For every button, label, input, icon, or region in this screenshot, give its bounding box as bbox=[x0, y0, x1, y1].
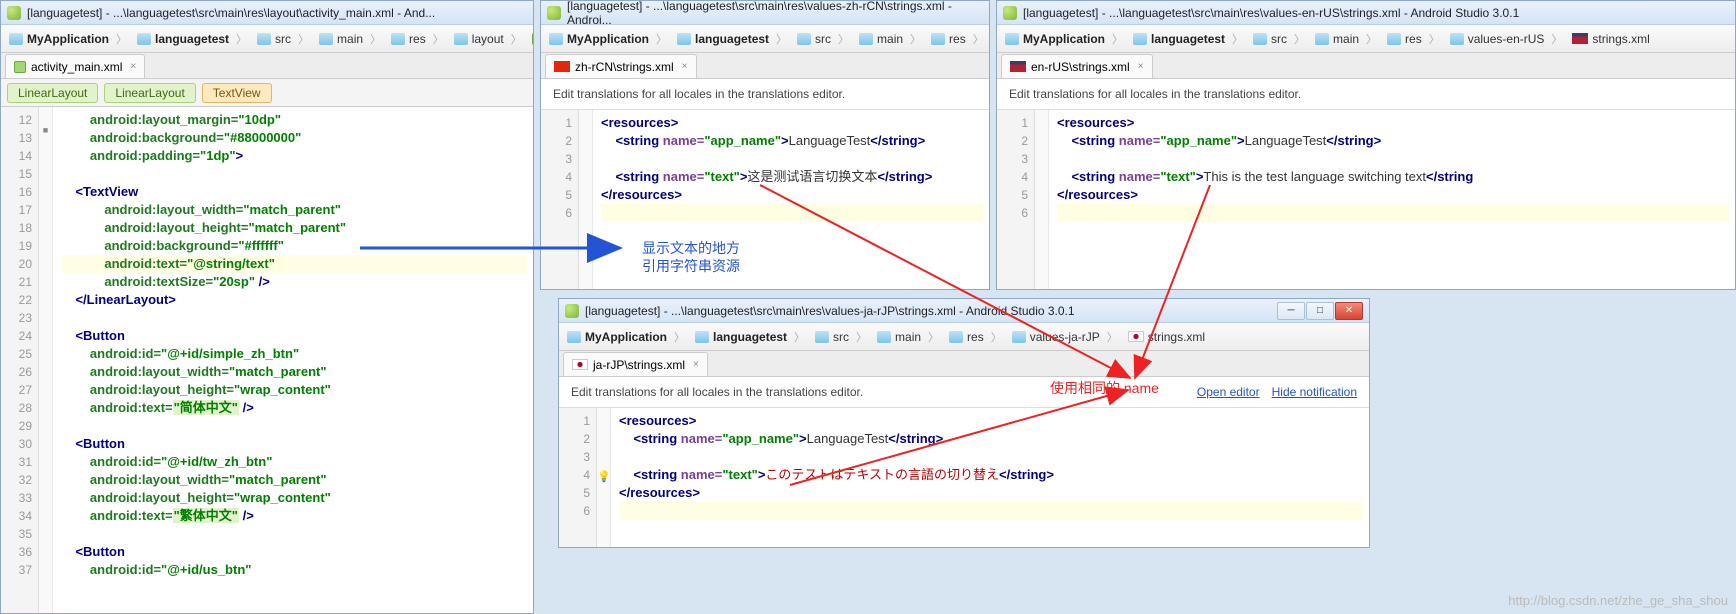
window-title: [languagetest] - ...\languagetest\src\ma… bbox=[559, 299, 1369, 323]
bc-file[interactable]: activity_main.xml bbox=[528, 32, 533, 46]
minimize-button[interactable]: ─ bbox=[1277, 302, 1305, 320]
close-icon[interactable]: × bbox=[130, 61, 136, 72]
open-editor-link[interactable]: Open editor bbox=[1197, 385, 1260, 399]
pill-linearlayout[interactable]: LinearLayout bbox=[7, 83, 98, 103]
bc-project[interactable]: languagetest bbox=[133, 31, 253, 47]
flag-us-icon bbox=[1572, 33, 1588, 44]
editor[interactable]: 1213141516171819202122232425262728293031… bbox=[1, 107, 533, 613]
translations-banner: Edit translations for all locales in the… bbox=[559, 377, 1369, 408]
code-area[interactable]: <resources> <string name="app_name">Lang… bbox=[593, 110, 989, 289]
flag-jp-icon bbox=[1128, 331, 1144, 342]
structure-path: LinearLayout LinearLayout TextView bbox=[1, 79, 533, 107]
tab-activity-main[interactable]: activity_main.xml× bbox=[5, 54, 145, 78]
code-area[interactable]: <resources> <string name="app_name">Lang… bbox=[1049, 110, 1735, 289]
tab-strings-jp[interactable]: ja-rJP\strings.xml× bbox=[563, 352, 708, 376]
window-title: [languagetest] - ...\languagetest\src\ma… bbox=[541, 1, 989, 25]
marker-gutter: ■ bbox=[39, 107, 53, 613]
window-title: [languagetest] - ...\languagetest\src\ma… bbox=[1, 1, 533, 25]
bc-src[interactable]: src bbox=[253, 31, 315, 47]
flag-cn-icon bbox=[554, 61, 570, 72]
breadcrumb[interactable]: MyApplication languagetest src main res … bbox=[997, 25, 1735, 53]
pill-textview[interactable]: TextView bbox=[202, 83, 272, 103]
watermark: http://blog.csdn.net/zhe_ge_sha_shou bbox=[1508, 593, 1728, 608]
tab-strings-cn[interactable]: zh-rCN\strings.xml× bbox=[545, 54, 697, 78]
translations-banner: Edit translations for all locales in the… bbox=[997, 79, 1735, 110]
bc-module[interactable]: MyApplication bbox=[5, 31, 133, 47]
bc-layout[interactable]: layout bbox=[450, 31, 528, 47]
code-area[interactable]: <resources> <string name="app_name">Lang… bbox=[611, 408, 1369, 547]
hide-notification-link[interactable]: Hide notification bbox=[1272, 385, 1357, 399]
breadcrumb[interactable]: MyApplication languagetest src main res … bbox=[559, 323, 1369, 351]
maximize-button[interactable]: □ bbox=[1306, 302, 1334, 320]
editor-tabs: activity_main.xml× bbox=[1, 53, 533, 79]
line-gutter: 1213141516171819202122232425262728293031… bbox=[1, 107, 39, 613]
tab-strings-us[interactable]: en-rUS\strings.xml× bbox=[1001, 54, 1153, 78]
window-controls: ─ □ ✕ bbox=[1277, 302, 1363, 320]
breadcrumb[interactable]: MyApplication languagetest src main res … bbox=[1, 25, 533, 53]
bulb-icon[interactable]: 💡 bbox=[597, 471, 611, 483]
code-area[interactable]: android:layout_margin="10dp" android:bac… bbox=[53, 107, 533, 613]
window-title: [languagetest] - ...\languagetest\src\ma… bbox=[997, 1, 1735, 25]
breadcrumb[interactable]: MyApplication languagetest src main res … bbox=[541, 25, 989, 53]
translations-banner: Edit translations for all locales in the… bbox=[541, 79, 989, 110]
pill-linearlayout-2[interactable]: LinearLayout bbox=[104, 83, 195, 103]
app-icon bbox=[7, 6, 21, 20]
bc-res[interactable]: res bbox=[387, 31, 450, 47]
title-text: [languagetest] - ...\languagetest\src\ma… bbox=[27, 6, 435, 20]
bc-main[interactable]: main bbox=[315, 31, 387, 47]
close-button[interactable]: ✕ bbox=[1335, 302, 1363, 320]
